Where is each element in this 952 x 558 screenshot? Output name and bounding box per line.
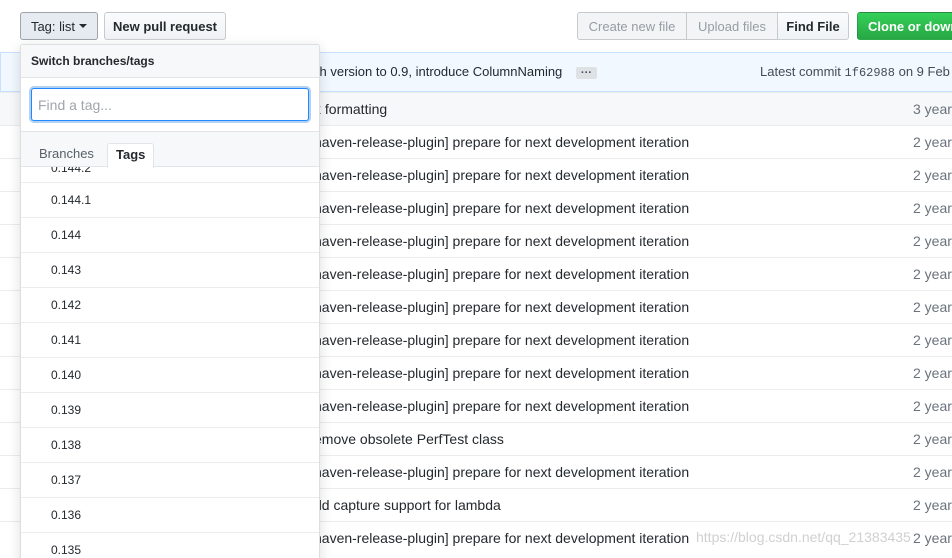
tag-item[interactable]: 0.144.1 <box>21 183 319 218</box>
file-age: 2 year <box>913 299 952 315</box>
file-commit-message[interactable]: naven-release-plugin] prepare for next d… <box>314 464 689 480</box>
branch-tag-select-button[interactable]: Tag: list <box>20 12 98 40</box>
commit-message-text[interactable]: ch version to 0.9, introduce ColumnNamin… <box>313 64 562 79</box>
tag-item[interactable]: 0.137 <box>21 463 319 498</box>
file-commit-message[interactable]: naven-release-plugin] prepare for next d… <box>314 167 689 183</box>
file-age: 2 year <box>913 431 952 447</box>
file-commit-message[interactable]: naven-release-plugin] prepare for next d… <box>314 530 689 546</box>
find-tag-input[interactable] <box>31 88 309 121</box>
file-age: 2 year <box>913 497 952 513</box>
file-commit-message[interactable]: naven-release-plugin] prepare for next d… <box>314 398 689 414</box>
file-commit-message[interactable]: naven-release-plugin] prepare for next d… <box>314 266 689 282</box>
file-commit-message[interactable]: emove obsolete PerfTest class <box>314 431 504 447</box>
file-commit-message[interactable]: x formatting <box>314 101 387 117</box>
file-age: 2 year <box>913 398 952 414</box>
tag-item[interactable]: 0.140 <box>21 358 319 393</box>
file-age: 2 year <box>913 464 952 480</box>
tag-item[interactable]: 0.138 <box>21 428 319 463</box>
new-pull-request-button[interactable]: New pull request <box>104 12 226 40</box>
latest-commit-prefix: Latest commit <box>760 64 841 79</box>
create-new-file-button[interactable]: Create new file <box>577 12 687 40</box>
tag-item[interactable]: 0.142 <box>21 288 319 323</box>
tag-item[interactable]: 0.144 <box>21 218 319 253</box>
file-commit-message[interactable]: naven-release-plugin] prepare for next d… <box>314 200 689 216</box>
file-actions-group: Create new file Upload files Find File <box>577 12 849 40</box>
file-age: 2 year <box>913 233 952 249</box>
file-age: 2 year <box>913 200 952 216</box>
tag-item[interactable]: 0.143 <box>21 253 319 288</box>
file-age: 3 year <box>913 101 952 117</box>
file-age: 2 year <box>913 266 952 282</box>
file-age: 2 year <box>913 332 952 348</box>
tag-item[interactable]: 0.135 <box>21 533 319 558</box>
upload-files-button[interactable]: Upload files <box>686 12 778 40</box>
file-age: 2 year <box>913 167 952 183</box>
tag-list: 0.144.2 0.144.1 0.144 0.143 0.142 0.141 … <box>21 167 319 558</box>
file-commit-message[interactable]: naven-release-plugin] prepare for next d… <box>314 134 689 150</box>
tag-item[interactable]: 0.136 <box>21 498 319 533</box>
caret-down-icon <box>79 24 88 28</box>
repo-toolbar: Tag: list New pull request Create new fi… <box>0 0 952 50</box>
file-age: 2 year <box>913 365 952 381</box>
find-file-button[interactable]: Find File <box>777 12 849 40</box>
tab-branches[interactable]: Branches <box>31 143 102 167</box>
clone-or-download-button[interactable]: Clone or down <box>857 12 952 40</box>
dropdown-filter <box>21 78 319 132</box>
watermark: https://blog.csdn.net/qq_21383435 <box>696 529 911 545</box>
branch-tag-dropdown: Switch branches/tags Branches Tags 0.144… <box>20 44 320 558</box>
file-commit-message[interactable]: naven-release-plugin] prepare for next d… <box>314 365 689 381</box>
file-commit-message[interactable]: naven-release-plugin] prepare for next d… <box>314 233 689 249</box>
file-commit-message[interactable]: naven-release-plugin] prepare for next d… <box>314 332 689 348</box>
tag-item[interactable]: 0.139 <box>21 393 319 428</box>
commit-sha-link[interactable]: 1f62988 <box>845 66 895 80</box>
commit-date: on 9 Feb <box>898 64 950 79</box>
file-commit-message[interactable]: dd capture support for lambda <box>314 497 501 513</box>
latest-commit-info: Latest commit 1f62988 on 9 Feb <box>760 64 950 80</box>
expand-commit-ellipsis-button[interactable]: ··· <box>575 66 597 79</box>
tag-item[interactable]: 0.144.2 <box>21 167 319 183</box>
file-age: 2 year <box>913 530 952 546</box>
tab-tags[interactable]: Tags <box>107 143 155 168</box>
dropdown-title: Switch branches/tags <box>21 45 319 78</box>
commit-message[interactable]: ch version to 0.9, introduce ColumnNamin… <box>313 64 597 79</box>
branch-tag-label: Tag: list <box>30 18 76 34</box>
dropdown-tabs: Branches Tags <box>21 132 319 168</box>
file-age: 2 year <box>913 134 952 150</box>
file-commit-message[interactable]: naven-release-plugin] prepare for next d… <box>314 299 689 315</box>
tag-item[interactable]: 0.141 <box>21 323 319 358</box>
